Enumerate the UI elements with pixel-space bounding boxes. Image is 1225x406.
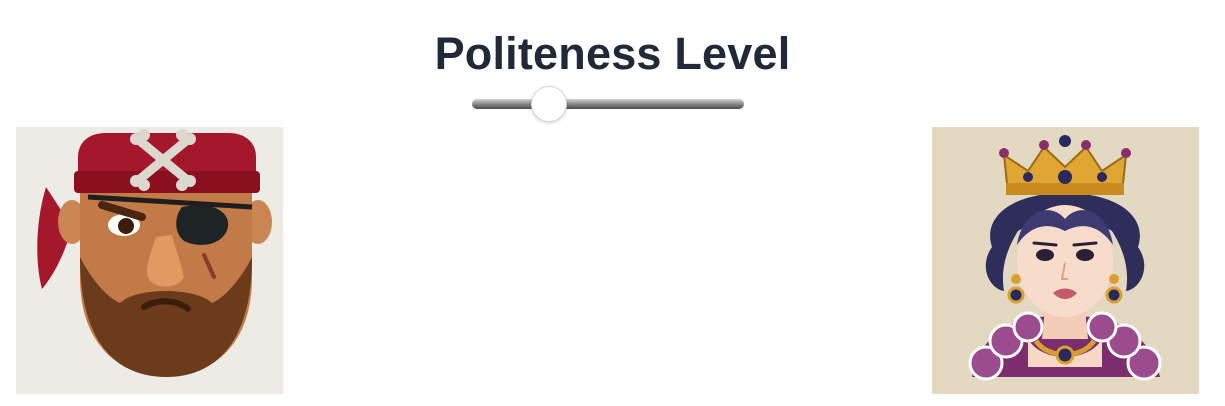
page-title: Politeness Level bbox=[434, 28, 791, 79]
queen-icon bbox=[932, 127, 1199, 394]
queen-avatar bbox=[932, 127, 1199, 394]
slider-track[interactable] bbox=[472, 99, 744, 109]
politeness-page: Politeness Level bbox=[0, 0, 1225, 406]
pirate-avatar bbox=[16, 127, 283, 394]
slider-thumb[interactable] bbox=[531, 86, 568, 122]
pirate-icon bbox=[16, 127, 283, 394]
politeness-slider[interactable] bbox=[472, 86, 744, 122]
